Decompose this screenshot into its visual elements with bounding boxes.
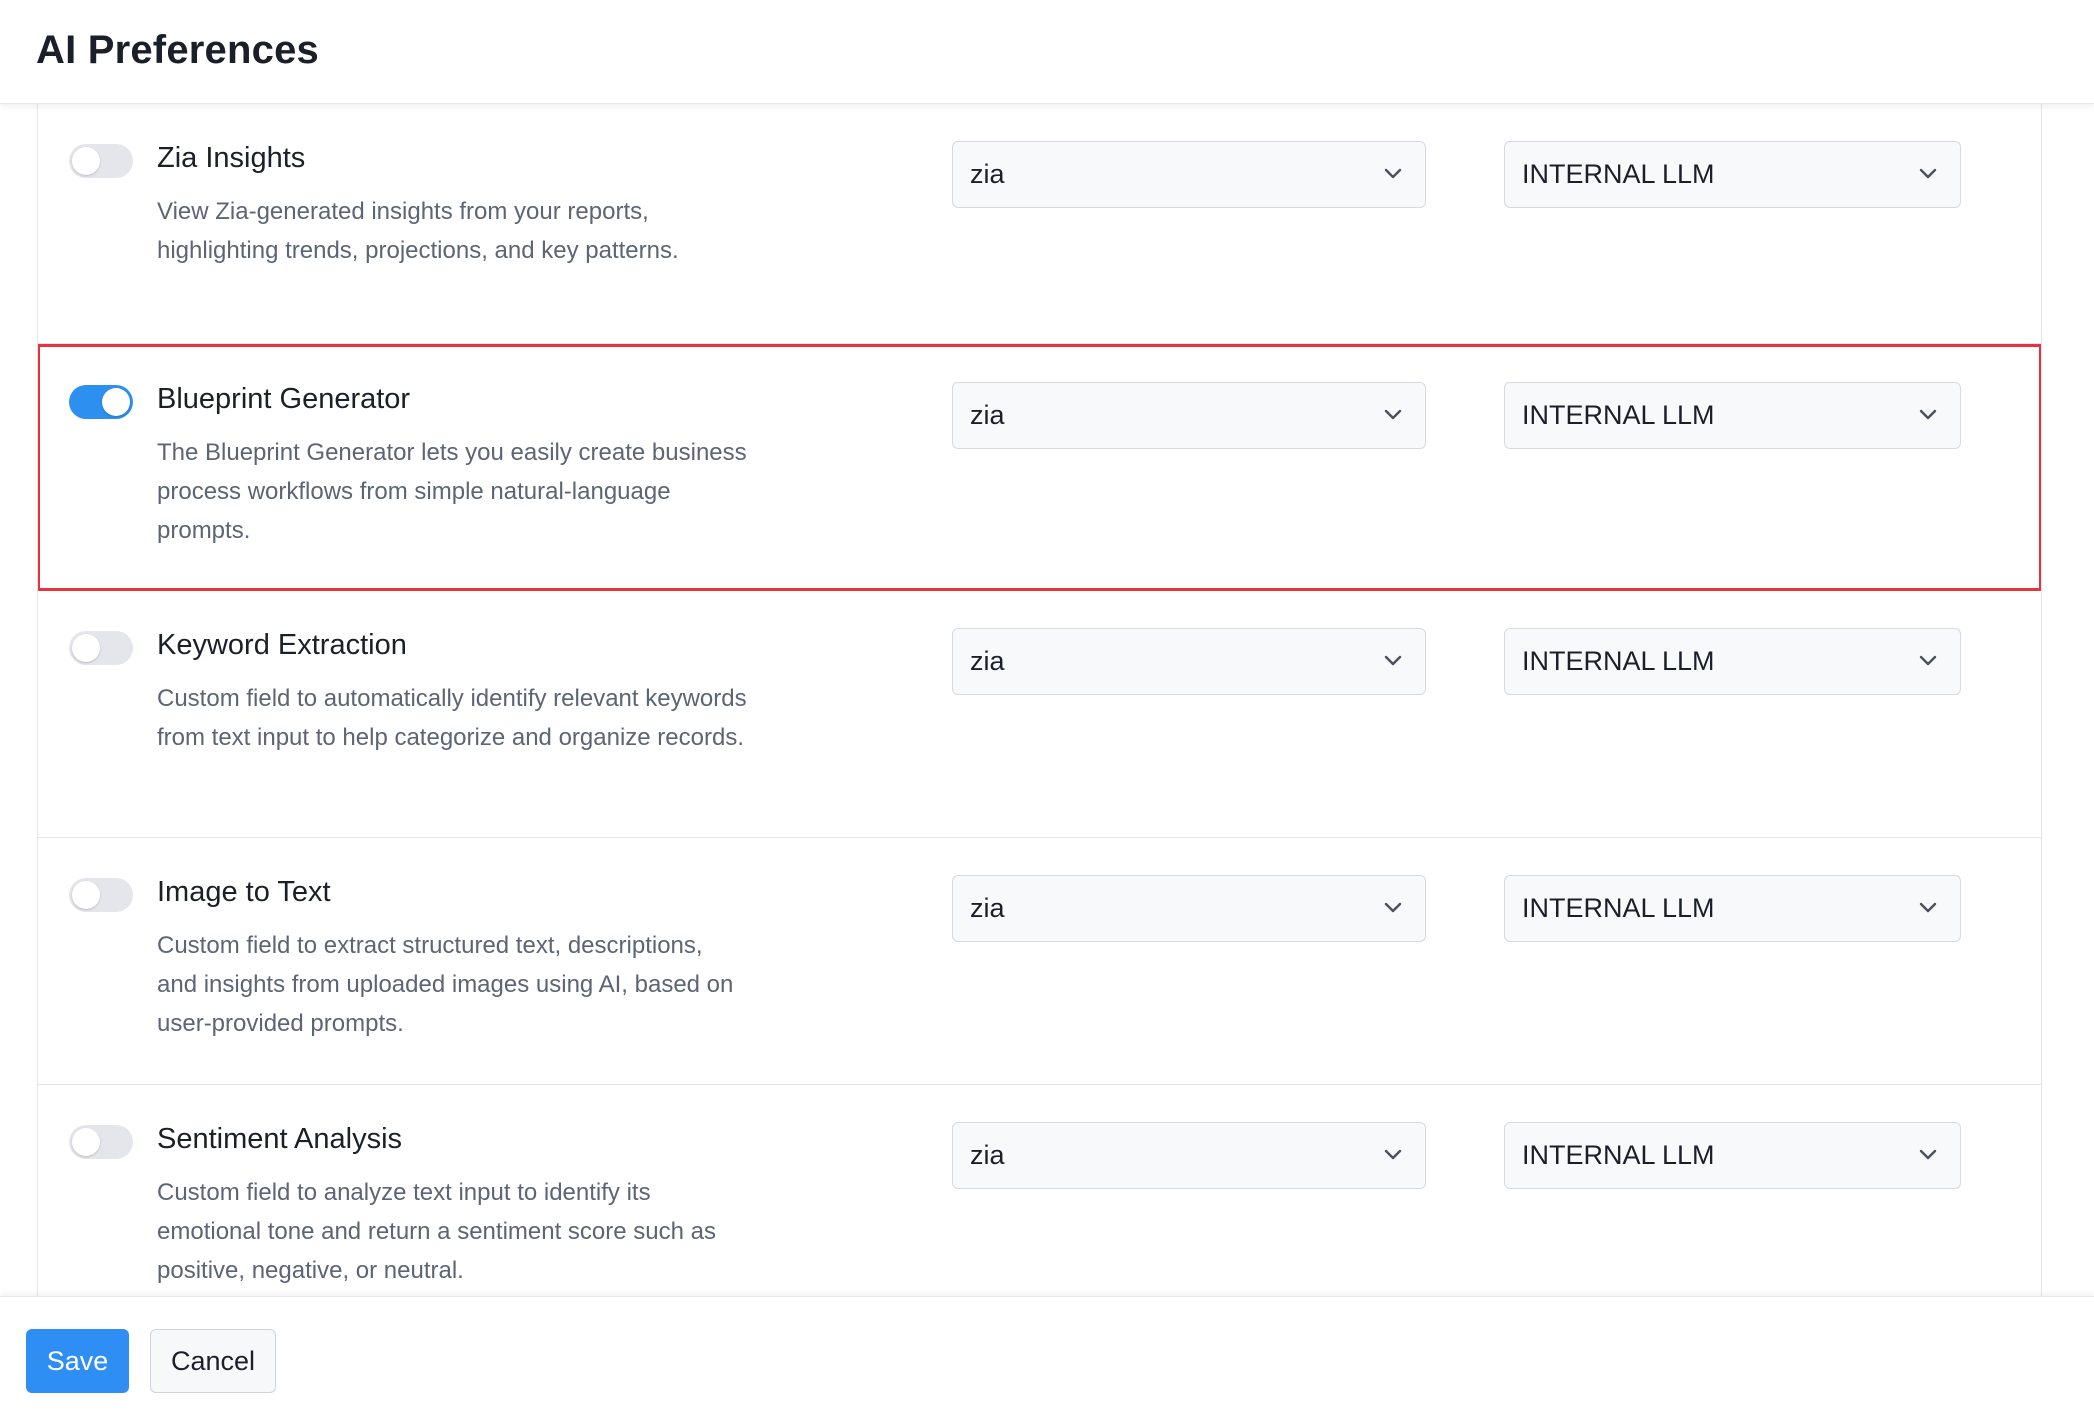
select-value: zia — [970, 159, 1005, 189]
select-value: zia — [970, 893, 1005, 923]
feature-title: Keyword Extraction — [157, 629, 407, 661]
select-value: INTERNAL LLM — [1522, 1140, 1715, 1170]
page-title: AI Preferences — [36, 28, 319, 72]
feature-row-keyword-extraction: Keyword Extraction Custom field to autom… — [38, 591, 2041, 838]
feature-description: Custom field to extract structured text,… — [157, 932, 734, 1037]
feature-description: Custom field to analyze text input to id… — [157, 1179, 716, 1284]
cancel-button[interactable]: Cancel — [150, 1329, 276, 1393]
toggle-knob — [72, 147, 100, 175]
keyword-extraction-toggle[interactable] — [69, 631, 133, 665]
zia-insights-llm-select[interactable]: INTERNAL LLM — [1504, 141, 1961, 208]
select-value: INTERNAL LLM — [1522, 893, 1715, 923]
feature-title: Zia Insights — [157, 142, 306, 174]
select-value: INTERNAL LLM — [1522, 646, 1715, 676]
keyword-extraction-llm-select[interactable]: INTERNAL LLM — [1504, 628, 1961, 695]
feature-description: View Zia-generated insights from your re… — [157, 198, 679, 264]
page-header: AI Preferences — [0, 0, 2094, 104]
select-value: zia — [970, 646, 1005, 676]
feature-row-blueprint-generator: Blueprint Generator The Blueprint Genera… — [38, 344, 2041, 591]
toggle-knob — [72, 634, 100, 662]
feature-row-sentiment-analysis: Sentiment Analysis Custom field to analy… — [38, 1085, 2041, 1296]
image-to-text-llm-select[interactable]: INTERNAL LLM — [1504, 875, 1961, 942]
chevron-down-icon — [1919, 1149, 1937, 1160]
feature-row-image-to-text: Image to Text Custom field to extract st… — [38, 838, 2041, 1085]
chevron-down-icon — [1384, 409, 1402, 420]
chevron-down-icon — [1384, 1149, 1402, 1160]
chevron-down-icon — [1384, 168, 1402, 179]
chevron-down-icon — [1919, 168, 1937, 179]
sentiment-analysis-model-select[interactable]: zia — [952, 1122, 1426, 1189]
feature-description: The Blueprint Generator lets you easily … — [157, 439, 747, 544]
blueprint-generator-llm-select[interactable]: INTERNAL LLM — [1504, 382, 1961, 449]
keyword-extraction-model-select[interactable]: zia — [952, 628, 1426, 695]
feature-row-zia-insights: Zia Insights View Zia-generated insights… — [38, 104, 2041, 344]
toggle-knob — [102, 388, 130, 416]
sentiment-analysis-llm-select[interactable]: INTERNAL LLM — [1504, 1122, 1961, 1189]
feature-list: Zia Insights View Zia-generated insights… — [37, 104, 2042, 1296]
toggle-knob — [72, 1128, 100, 1156]
zia-insights-model-select[interactable]: zia — [952, 141, 1426, 208]
image-to-text-toggle[interactable] — [69, 878, 133, 912]
feature-title: Sentiment Analysis — [157, 1123, 403, 1155]
chevron-down-icon — [1919, 409, 1937, 420]
chevron-down-icon — [1384, 902, 1402, 913]
feature-description: Custom field to automatically identify r… — [157, 685, 747, 751]
action-footer: Save Cancel — [0, 1296, 2094, 1426]
chevron-down-icon — [1384, 655, 1402, 666]
select-value: INTERNAL LLM — [1522, 159, 1715, 189]
image-to-text-model-select[interactable]: zia — [952, 875, 1426, 942]
chevron-down-icon — [1919, 655, 1937, 666]
blueprint-generator-toggle[interactable] — [69, 385, 133, 419]
chevron-down-icon — [1919, 902, 1937, 913]
feature-title: Image to Text — [157, 876, 331, 908]
feature-title: Blueprint Generator — [157, 383, 411, 415]
blueprint-generator-model-select[interactable]: zia — [952, 382, 1426, 449]
save-button[interactable]: Save — [26, 1329, 129, 1393]
toggle-knob — [72, 881, 100, 909]
sentiment-analysis-toggle[interactable] — [69, 1125, 133, 1159]
select-value: zia — [970, 1140, 1005, 1170]
zia-insights-toggle[interactable] — [69, 144, 133, 178]
select-value: zia — [970, 400, 1005, 430]
ai-preferences-page: AI Preferences Zia Insights View Zia-gen… — [0, 0, 2094, 1426]
select-value: INTERNAL LLM — [1522, 400, 1715, 430]
